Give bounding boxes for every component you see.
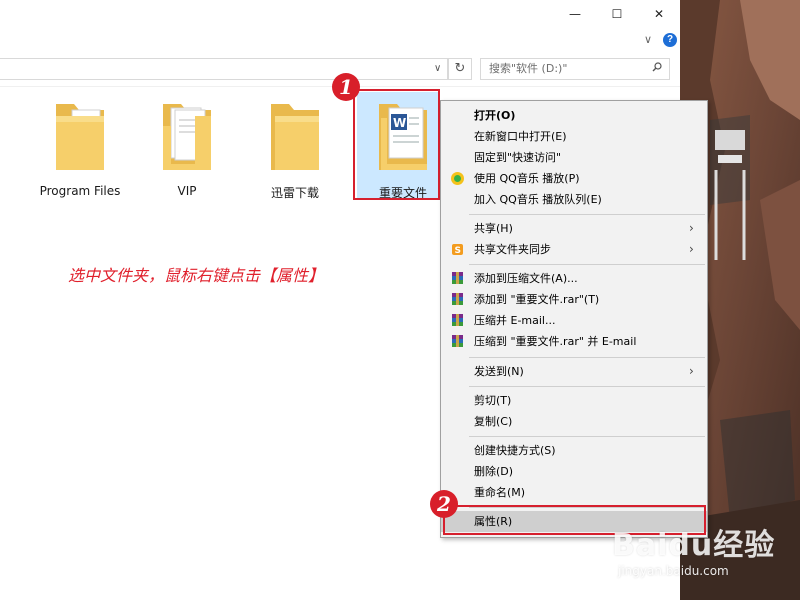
menu-item-qqmusic-queue[interactable]: 加入 QQ音乐 播放队列(E) xyxy=(441,189,707,210)
folder-with-documents-icon xyxy=(56,104,104,170)
menu-item-rename[interactable]: 重命名(M) xyxy=(441,482,707,503)
instruction-annotation: 选中文件夹，鼠标右键点击【属性】 xyxy=(68,266,325,285)
file-item-vip[interactable]: VIP xyxy=(141,96,233,204)
step-marker-1: 1 xyxy=(332,73,360,101)
menu-item-share-sync[interactable]: S 共享文件夹同步 › xyxy=(441,239,707,260)
menu-item-pin-quick-access[interactable]: 固定到"快速访问" xyxy=(441,147,707,168)
minimize-button[interactable]: — xyxy=(552,0,598,28)
menu-item-compress-email[interactable]: 压缩并 E-mail... xyxy=(441,310,707,331)
submenu-arrow-icon: › xyxy=(689,242,694,256)
qq-music-icon xyxy=(451,172,464,185)
menu-separator xyxy=(469,436,705,437)
winrar-icon xyxy=(452,335,463,347)
file-label: VIP xyxy=(177,184,197,198)
watermark-brand: Baidu经验 xyxy=(612,528,776,563)
menu-item-add-to-archive[interactable]: 添加到压缩文件(A)... xyxy=(441,268,707,289)
file-label: 迅雷下载 xyxy=(270,186,319,200)
refresh-button[interactable]: ↻ xyxy=(448,58,472,80)
menu-separator xyxy=(469,386,705,387)
empty-folder-icon xyxy=(271,104,319,170)
address-bar[interactable] xyxy=(0,58,448,80)
file-label: Program Files xyxy=(39,184,121,198)
selection-callout-box xyxy=(353,89,440,200)
menu-item-delete[interactable]: 删除(D) xyxy=(441,461,707,482)
file-item-program-files[interactable]: Program Files xyxy=(34,96,126,204)
winrar-icon xyxy=(452,293,463,305)
maximize-button[interactable]: ☐ xyxy=(594,0,640,28)
menu-item-create-shortcut[interactable]: 创建快捷方式(S) xyxy=(441,440,707,461)
menu-separator xyxy=(469,357,705,358)
menu-item-share[interactable]: 共享(H) › xyxy=(441,218,707,239)
address-dropdown-icon[interactable]: ∨ xyxy=(434,63,441,74)
title-bar: — ☐ ✕ xyxy=(0,0,680,28)
winrar-icon xyxy=(452,272,463,284)
search-input[interactable]: 搜索"软件 (D:)" xyxy=(480,58,670,80)
menu-item-open-new-window[interactable]: 在新窗口中打开(E) xyxy=(441,126,707,147)
winrar-icon xyxy=(452,314,463,326)
help-icon[interactable]: ? xyxy=(663,33,677,47)
menu-item-qqmusic-play[interactable]: 使用 QQ音乐 播放(P) xyxy=(441,168,707,189)
folder-with-pages-icon xyxy=(163,104,211,170)
step-marker-2: 2 xyxy=(430,490,458,518)
submenu-arrow-icon: › xyxy=(689,221,694,235)
search-icon[interactable] xyxy=(652,62,662,72)
ribbon-row xyxy=(0,28,680,54)
menu-separator xyxy=(469,214,705,215)
svg-text:S: S xyxy=(455,246,461,256)
ribbon-expand-chevron-icon[interactable]: ∨ xyxy=(644,33,652,46)
sync-folder-icon: S xyxy=(452,244,463,256)
close-button[interactable]: ✕ xyxy=(636,0,682,28)
menu-separator xyxy=(469,264,705,265)
menu-item-compress-rar-email[interactable]: 压缩到 "重要文件.rar" 并 E-mail xyxy=(441,331,707,352)
context-menu: 打开(O) 在新窗口中打开(E) 固定到"快速访问" 使用 QQ音乐 播放(P)… xyxy=(440,100,708,538)
menu-item-cut[interactable]: 剪切(T) xyxy=(441,390,707,411)
menu-item-copy[interactable]: 复制(C) xyxy=(441,411,707,432)
menu-item-add-to-rar[interactable]: 添加到 "重要文件.rar"(T) xyxy=(441,289,707,310)
file-item-xunlei-download[interactable]: 迅雷下载 xyxy=(249,96,341,204)
submenu-arrow-icon: › xyxy=(689,364,694,378)
watermark-url: jingyan.baidu.com xyxy=(618,564,729,578)
menu-item-open[interactable]: 打开(O) xyxy=(441,105,707,126)
menu-item-send-to[interactable]: 发送到(N) › xyxy=(441,361,707,382)
baidu-watermark: Baidu经验 jingyan.baidu.com xyxy=(612,520,792,590)
